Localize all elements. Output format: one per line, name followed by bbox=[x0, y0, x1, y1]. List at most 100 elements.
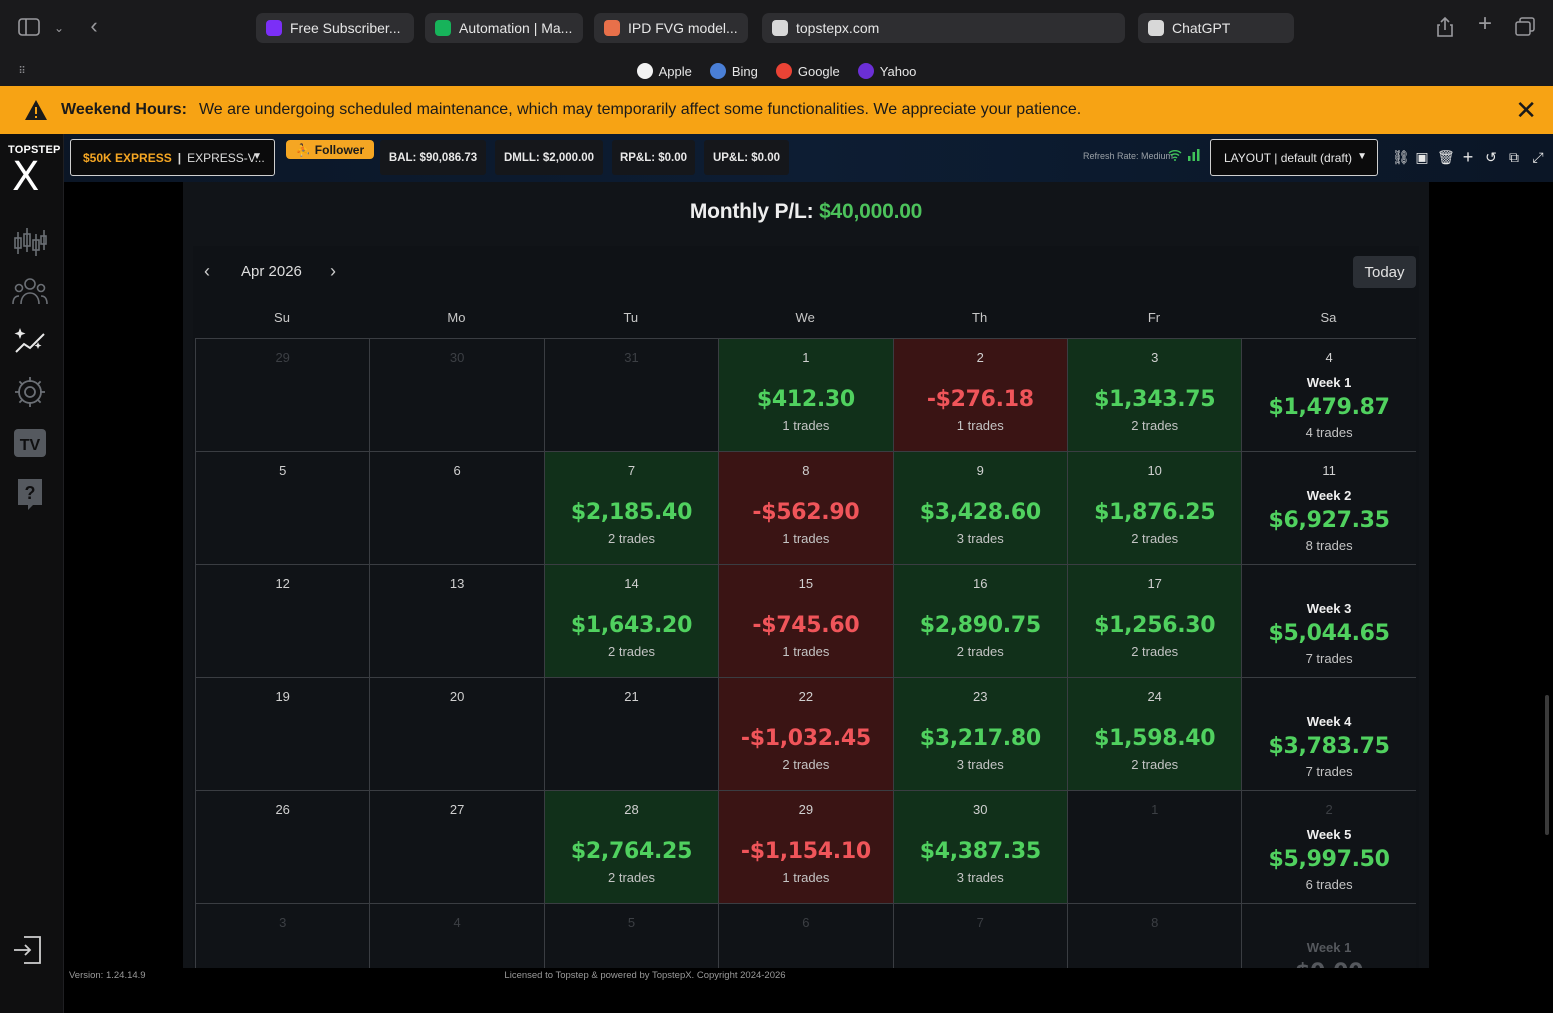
day-cell[interactable]: 29 bbox=[196, 339, 371, 452]
new-tab-icon[interactable]: + bbox=[1475, 12, 1495, 36]
week-summary-cell[interactable]: Week 3 $5,044.65 7 trades bbox=[1242, 565, 1416, 678]
reset-icon[interactable]: ↺ bbox=[1483, 149, 1499, 165]
day-cell[interactable]: 6 bbox=[719, 904, 894, 968]
week-summary-cell[interactable]: 4 Week 1 $1,479.87 4 trades bbox=[1242, 339, 1416, 452]
windows-icon[interactable]: ⧉ bbox=[1506, 149, 1522, 165]
day-cell[interactable]: 6 bbox=[370, 452, 545, 565]
day-number: 21 bbox=[624, 689, 639, 704]
bookmark-item[interactable]: Apple bbox=[636, 60, 692, 82]
browser-tab[interactable]: topstepx.com bbox=[762, 13, 1125, 43]
browser-tab[interactable]: ChatGPT bbox=[1138, 13, 1294, 43]
day-cell[interactable]: 1 $412.30 1 trades bbox=[719, 339, 894, 452]
day-cell[interactable]: 8 -$562.90 1 trades bbox=[719, 452, 894, 565]
day-number: 2 bbox=[1325, 802, 1333, 817]
week-label: Week 1 bbox=[1306, 375, 1352, 390]
day-cell[interactable]: 31 bbox=[544, 339, 720, 452]
day-cell[interactable]: 30 bbox=[370, 339, 545, 452]
day-pnl: $4,387.35 bbox=[919, 839, 1041, 864]
day-cell[interactable]: 16 $2,890.75 2 trades bbox=[893, 565, 1068, 678]
group-icon[interactable] bbox=[12, 274, 48, 310]
day-cell[interactable]: 21 bbox=[544, 678, 720, 791]
day-cell[interactable]: 27 bbox=[370, 791, 545, 904]
day-cell[interactable]: 9 $3,428.60 3 trades bbox=[893, 452, 1068, 565]
week-label: Week 2 bbox=[1306, 488, 1352, 503]
day-number: 10 bbox=[1147, 463, 1162, 478]
bookmark-item[interactable]: Yahoo bbox=[857, 60, 916, 82]
day-cell[interactable]: 5 bbox=[196, 452, 371, 565]
day-cell[interactable]: 26 bbox=[196, 791, 371, 904]
dmll-stat: DMLL: $2,000.00 bbox=[495, 140, 603, 175]
sidebar-toggle-icon[interactable] bbox=[18, 18, 40, 42]
day-number: 23 bbox=[973, 689, 988, 704]
trash-icon[interactable]: 🗑 bbox=[1437, 149, 1455, 165]
week-summary-cell[interactable]: 2 Week 5 $5,997.50 6 trades bbox=[1242, 791, 1416, 904]
week-summary-cell[interactable]: 11 Week 2 $6,927.35 8 trades bbox=[1242, 452, 1416, 565]
day-pnl: $2,890.75 bbox=[919, 613, 1041, 638]
day-cell[interactable]: 7 bbox=[893, 904, 1068, 968]
day-pnl: $412.30 bbox=[756, 387, 855, 412]
day-cell[interactable]: 3 $1,343.75 2 trades bbox=[1068, 339, 1243, 452]
day-cell[interactable]: 2 -$276.18 1 trades bbox=[893, 339, 1068, 452]
bookmark-item[interactable]: Bing bbox=[709, 60, 758, 82]
week-pnl: $6,927.35 bbox=[1268, 508, 1390, 533]
day-cell[interactable]: 19 bbox=[196, 678, 371, 791]
fullscreen-icon[interactable]: ⤢ bbox=[1530, 149, 1546, 165]
share-icon[interactable] bbox=[1436, 16, 1454, 44]
svg-text:?: ? bbox=[25, 483, 36, 503]
bookmark-item[interactable]: Google bbox=[775, 60, 840, 82]
close-icon[interactable]: ✕ bbox=[1515, 97, 1537, 123]
today-button[interactable]: Today bbox=[1353, 256, 1416, 288]
chevron-down-icon[interactable]: ⌄ bbox=[52, 18, 66, 38]
day-number: 28 bbox=[624, 802, 639, 817]
next-month-button[interactable]: › bbox=[330, 261, 336, 282]
browser-tab[interactable]: Free Subscriber... bbox=[256, 13, 414, 43]
gear-icon[interactable] bbox=[12, 374, 48, 410]
save-layout-icon[interactable]: ▣ bbox=[1414, 149, 1430, 165]
day-cell[interactable]: 13 bbox=[370, 565, 545, 678]
day-number: 15 bbox=[798, 576, 814, 591]
day-trades: 2 trades bbox=[956, 644, 1004, 659]
bookmark-favicon-icon bbox=[636, 63, 653, 79]
account-select[interactable]: $50K EXPRESS | EXPRESS-V... ▼ bbox=[70, 139, 275, 176]
day-cell[interactable]: 3 bbox=[196, 904, 371, 968]
browser-tab[interactable]: IPD FVG model... bbox=[594, 13, 748, 43]
day-cell[interactable]: 23 $3,217.80 3 trades bbox=[893, 678, 1068, 791]
day-cell[interactable]: 30 $4,387.35 3 trades bbox=[893, 791, 1068, 904]
day-cell[interactable]: 1 bbox=[1068, 791, 1243, 904]
day-cell[interactable]: 12 bbox=[196, 565, 371, 678]
sparkle-trend-icon[interactable] bbox=[12, 322, 48, 358]
tab-overview-icon[interactable] bbox=[1514, 17, 1536, 43]
day-cell[interactable]: 14 $1,643.20 2 trades bbox=[544, 565, 720, 678]
tradingview-icon[interactable]: TV bbox=[12, 425, 48, 461]
day-cell[interactable]: 4 bbox=[370, 904, 545, 968]
logout-icon[interactable] bbox=[12, 935, 44, 965]
day-cell[interactable]: 8 bbox=[1068, 904, 1243, 968]
day-number: 29 bbox=[275, 350, 290, 365]
day-cell[interactable]: 17 $1,256.30 2 trades bbox=[1068, 565, 1243, 678]
day-number: 29 bbox=[798, 802, 814, 817]
chart-candles-icon[interactable] bbox=[12, 224, 48, 260]
browser-tab[interactable]: Automation | Ma... bbox=[425, 13, 583, 43]
add-icon[interactable]: + bbox=[1460, 148, 1476, 166]
day-cell[interactable]: 24 $1,598.40 2 trades bbox=[1068, 678, 1243, 791]
day-cell[interactable]: 5 bbox=[544, 904, 720, 968]
tab-label: topstepx.com bbox=[796, 20, 880, 36]
day-cell[interactable]: 22 -$1,032.45 2 trades bbox=[719, 678, 894, 791]
follower-badge[interactable]: ⛹ Follower bbox=[286, 140, 374, 159]
prev-month-button[interactable]: ‹ bbox=[204, 261, 210, 282]
day-pnl: $3,428.60 bbox=[919, 500, 1041, 525]
day-cell[interactable]: 10 $1,876.25 2 trades bbox=[1068, 452, 1243, 565]
week-summary-cell[interactable]: Week 1$0.000 trades bbox=[1242, 904, 1416, 968]
day-cell[interactable]: 28 $2,764.25 2 trades bbox=[544, 791, 720, 904]
help-icon[interactable]: ? bbox=[12, 476, 48, 512]
day-cell[interactable]: 7 $2,185.40 2 trades bbox=[544, 452, 720, 565]
bookmark-label: Bing bbox=[731, 63, 758, 79]
layout-select[interactable]: LAYOUT | default (draft) ▼ bbox=[1210, 139, 1378, 176]
scrollbar[interactable] bbox=[1545, 695, 1549, 835]
day-cell[interactable]: 15 -$745.60 1 trades bbox=[719, 565, 894, 678]
week-summary-cell[interactable]: Week 4 $3,783.75 7 trades bbox=[1242, 678, 1416, 791]
day-cell[interactable]: 29 -$1,154.10 1 trades bbox=[719, 791, 894, 904]
day-cell[interactable]: 20 bbox=[370, 678, 545, 791]
link-icon[interactable]: ⛓ bbox=[1392, 149, 1410, 165]
back-icon[interactable]: ‹ bbox=[86, 15, 102, 37]
